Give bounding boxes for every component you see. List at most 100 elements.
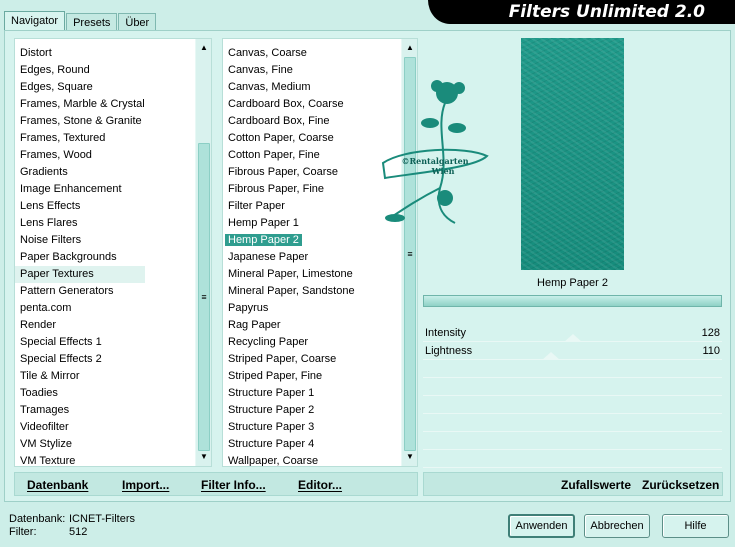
scroll-down-icon[interactable]: ▼ [402,450,417,464]
filter-rows: Canvas, Coarse Canvas, Fine Canvas, Medium… [223,45,355,466]
empty-slot [423,396,722,414]
list-item[interactable]: Canvas, Medium [223,79,355,96]
scroll-thumb[interactable]: ≡ [198,143,210,451]
list-item[interactable]: Structure Paper 3 [223,419,355,436]
list-item[interactable]: Lens Flares [15,215,145,232]
list-item[interactable]: Mineral Paper, Limestone [223,266,355,283]
list-item[interactable]: VM Texture [15,453,145,466]
list-item[interactable]: Fibrous Paper, Coarse [223,164,355,181]
slider-label: Intensity [425,327,466,339]
list-item-label: Fibrous Paper, Coarse [228,166,339,178]
random-values-button[interactable]: Zufallswerte [561,478,631,492]
list-item[interactable]: Mineral Paper, Sandstone [223,283,355,300]
list-item[interactable]: Recycling Paper [223,334,355,351]
scroll-up-icon[interactable]: ▲ [402,41,417,55]
list-item[interactable]: VM Stylize [15,436,145,453]
list-item[interactable]: Cotton Paper, Coarse [223,130,355,147]
list-item-label: Canvas, Fine [228,64,293,76]
slider-label: Lightness [425,345,473,357]
datenbank-button[interactable]: Datenbank [27,478,88,492]
list-item[interactable]: Paper Textures [15,266,145,283]
list-item[interactable]: Structure Paper 2 [223,402,355,419]
list-item[interactable]: Striped Paper, Fine [223,368,355,385]
list-item[interactable]: Canvas, Fine [223,62,355,79]
list-item[interactable]: Pattern Generators [15,283,145,300]
list-item[interactable]: Gradients [15,164,145,181]
list-item[interactable]: Japanese Paper [223,249,355,266]
list-item[interactable]: Structure Paper 4 [223,436,355,453]
list-item[interactable]: Distort [15,45,145,62]
list-item[interactable]: Structure Paper 1 [223,385,355,402]
list-item[interactable]: Fibrous Paper, Fine [223,181,355,198]
list-item[interactable]: Cardboard Box, Coarse [223,96,355,113]
slider-thumb-icon[interactable] [542,352,560,360]
list-item[interactable]: Cotton Paper, Fine [223,147,355,164]
list-item-label: Striped Paper, Fine [228,370,323,382]
filter-info-button[interactable]: Filter Info... [201,478,266,492]
help-button[interactable]: Hilfe [662,514,729,538]
list-item-label: Lens Flares [20,217,78,229]
tab-strip: Navigator Presets Über [4,11,157,32]
list-item[interactable]: Canvas, Coarse [223,45,355,62]
slider-thumb-icon[interactable] [564,334,582,342]
list-item[interactable]: Lens Effects [15,198,145,215]
status-filter-value: 512 [69,526,88,538]
list-item-label: Noise Filters [20,234,82,246]
list-item-label: Gradients [20,166,68,178]
list-item[interactable]: Frames, Wood [15,147,145,164]
editor-button[interactable]: Editor... [298,478,342,492]
scroll-up-icon[interactable]: ▲ [196,41,211,55]
list-item[interactable]: Noise Filters [15,232,145,249]
cancel-button[interactable]: Abbrechen [584,514,650,538]
list-item[interactable]: Toadies [15,385,145,402]
list-item[interactable]: Striped Paper, Coarse [223,351,355,368]
list-item[interactable]: Special Effects 1 [15,334,145,351]
list-item[interactable]: Image Enhancement [15,181,145,198]
apply-button[interactable]: Anwenden [508,514,575,538]
watermark-text-1: ©Rentalgarten [401,156,468,166]
reset-button[interactable]: Zurücksetzen [642,478,719,492]
tab-navigator[interactable]: Navigator [4,11,66,32]
list-item[interactable]: Render [15,317,145,334]
list-item[interactable]: penta.com [15,300,145,317]
list-item[interactable]: Special Effects 2 [15,351,145,368]
list-item-label: Recycling Paper [228,336,309,348]
list-item-label: Image Enhancement [20,183,122,195]
list-item-label: VM Stylize [20,438,72,450]
list-item-label: Cardboard Box, Coarse [228,98,344,110]
slider-lightness[interactable]: Lightness 110 [423,342,722,360]
list-item-label: Mineral Paper, Sandstone [228,285,355,297]
list-item-label: Japanese Paper [228,251,309,263]
list-item-label: Canvas, Medium [228,81,311,93]
list-item[interactable]: Hemp Paper 1 [223,215,355,232]
category-list[interactable]: Distort Edges, Round Edges, Square Frames, … [14,38,212,467]
list-item[interactable]: Frames, Textured [15,130,145,147]
list-item-label: penta.com [20,302,72,314]
list-item[interactable]: Frames, Marble & Crystal [15,96,145,113]
list-item-label: Frames, Textured [20,132,106,144]
list-item-label: Special Effects 2 [20,353,102,365]
list-item[interactable]: Frames, Stone & Granite [15,113,145,130]
category-scrollbar[interactable]: ▲ ≡ ▼ [195,39,211,466]
list-item[interactable]: Filter Paper [223,198,355,215]
list-item[interactable]: Rag Paper [223,317,355,334]
list-item[interactable]: Paper Backgrounds [15,249,145,266]
list-item[interactable]: Hemp Paper 2 [223,232,355,249]
list-item[interactable]: Papyrus [223,300,355,317]
list-item[interactable]: Tile & Mirror [15,368,145,385]
list-item[interactable]: Cardboard Box, Fine [223,113,355,130]
list-item-label: Pattern Generators [20,285,114,297]
import-button[interactable]: Import... [122,478,169,492]
list-item[interactable]: Wallpaper, Coarse [223,453,355,466]
list-item[interactable]: Edges, Square [15,79,145,96]
category-rows: Distort Edges, Round Edges, Square Frames, … [15,45,145,466]
preview-image[interactable] [521,38,624,270]
list-item-label: Edges, Round [20,64,90,76]
list-item[interactable]: Tramages [15,402,145,419]
scroll-down-icon[interactable]: ▼ [196,450,211,464]
slider-intensity[interactable]: Intensity 128 [423,324,722,342]
list-item-label: Tramages [20,404,70,416]
list-item[interactable]: Edges, Round [15,62,145,79]
list-item[interactable]: Videofilter [15,419,145,436]
list-item-label: Papyrus [228,302,269,314]
